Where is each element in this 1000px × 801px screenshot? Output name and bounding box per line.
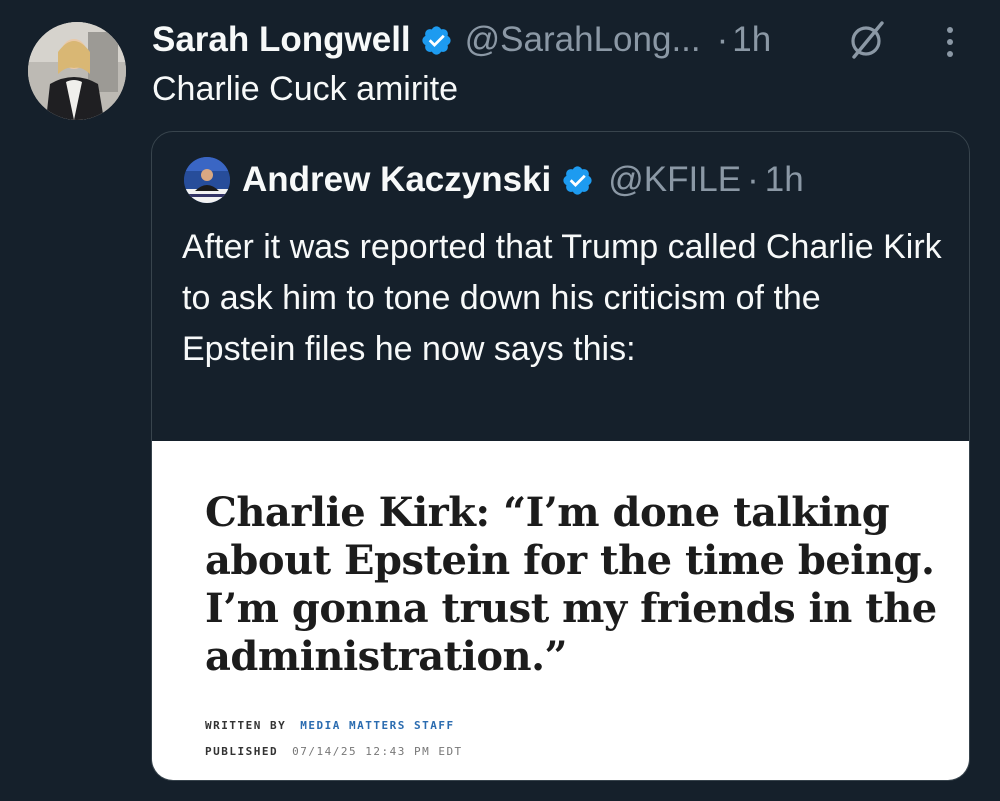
article-byline: WRITTEN BY MEDIA MATTERS STAFF [205,719,455,732]
quoted-tweet-header: Andrew Kaczynski @KFILE · 1h [242,158,804,202]
separator-dot: · [747,160,759,199]
byline-label: WRITTEN BY [205,719,287,732]
separator-dot: · [716,20,729,59]
quoted-tweet-card[interactable]: Andrew Kaczynski @KFILE · 1h After it wa… [151,131,970,781]
article-published: PUBLISHED 07/14/25 12:43 PM EDT [205,745,463,758]
byline-author: MEDIA MATTERS STAFF [300,719,455,732]
more-options-icon[interactable] [938,24,962,60]
author-avatar[interactable] [28,22,126,120]
tweet-text: Charlie Cuck amirite [152,70,459,108]
published-label: PUBLISHED [205,745,279,758]
tweet-timestamp[interactable]: 1h [732,20,771,60]
quoted-author-handle: @KFILE [608,160,742,199]
grok-icon[interactable] [848,20,888,60]
verified-badge-icon[interactable] [420,24,453,57]
verified-badge-icon [561,164,594,197]
tweet-header: Sarah Longwell @SarahLong... · 1h [152,18,771,62]
quoted-author-avatar[interactable] [184,157,230,203]
quoted-tweet-text: After it was reported that Trump called … [182,228,942,368]
quoted-tweet-image[interactable]: Charlie Kirk: “I’m done talking about Ep… [152,441,969,780]
published-date: 07/14/25 12:43 PM EDT [292,745,463,758]
article-headline: Charlie Kirk: “I’m done talking about Ep… [205,489,937,680]
quoted-author-name[interactable]: Andrew Kaczynski [242,160,551,200]
avatar-photo [28,22,126,120]
author-handle[interactable]: @SarahLong... [465,20,701,60]
quoted-avatar-photo [184,157,230,203]
author-name[interactable]: Sarah Longwell [152,20,411,60]
quoted-tweet-timestamp: 1h [764,160,804,199]
